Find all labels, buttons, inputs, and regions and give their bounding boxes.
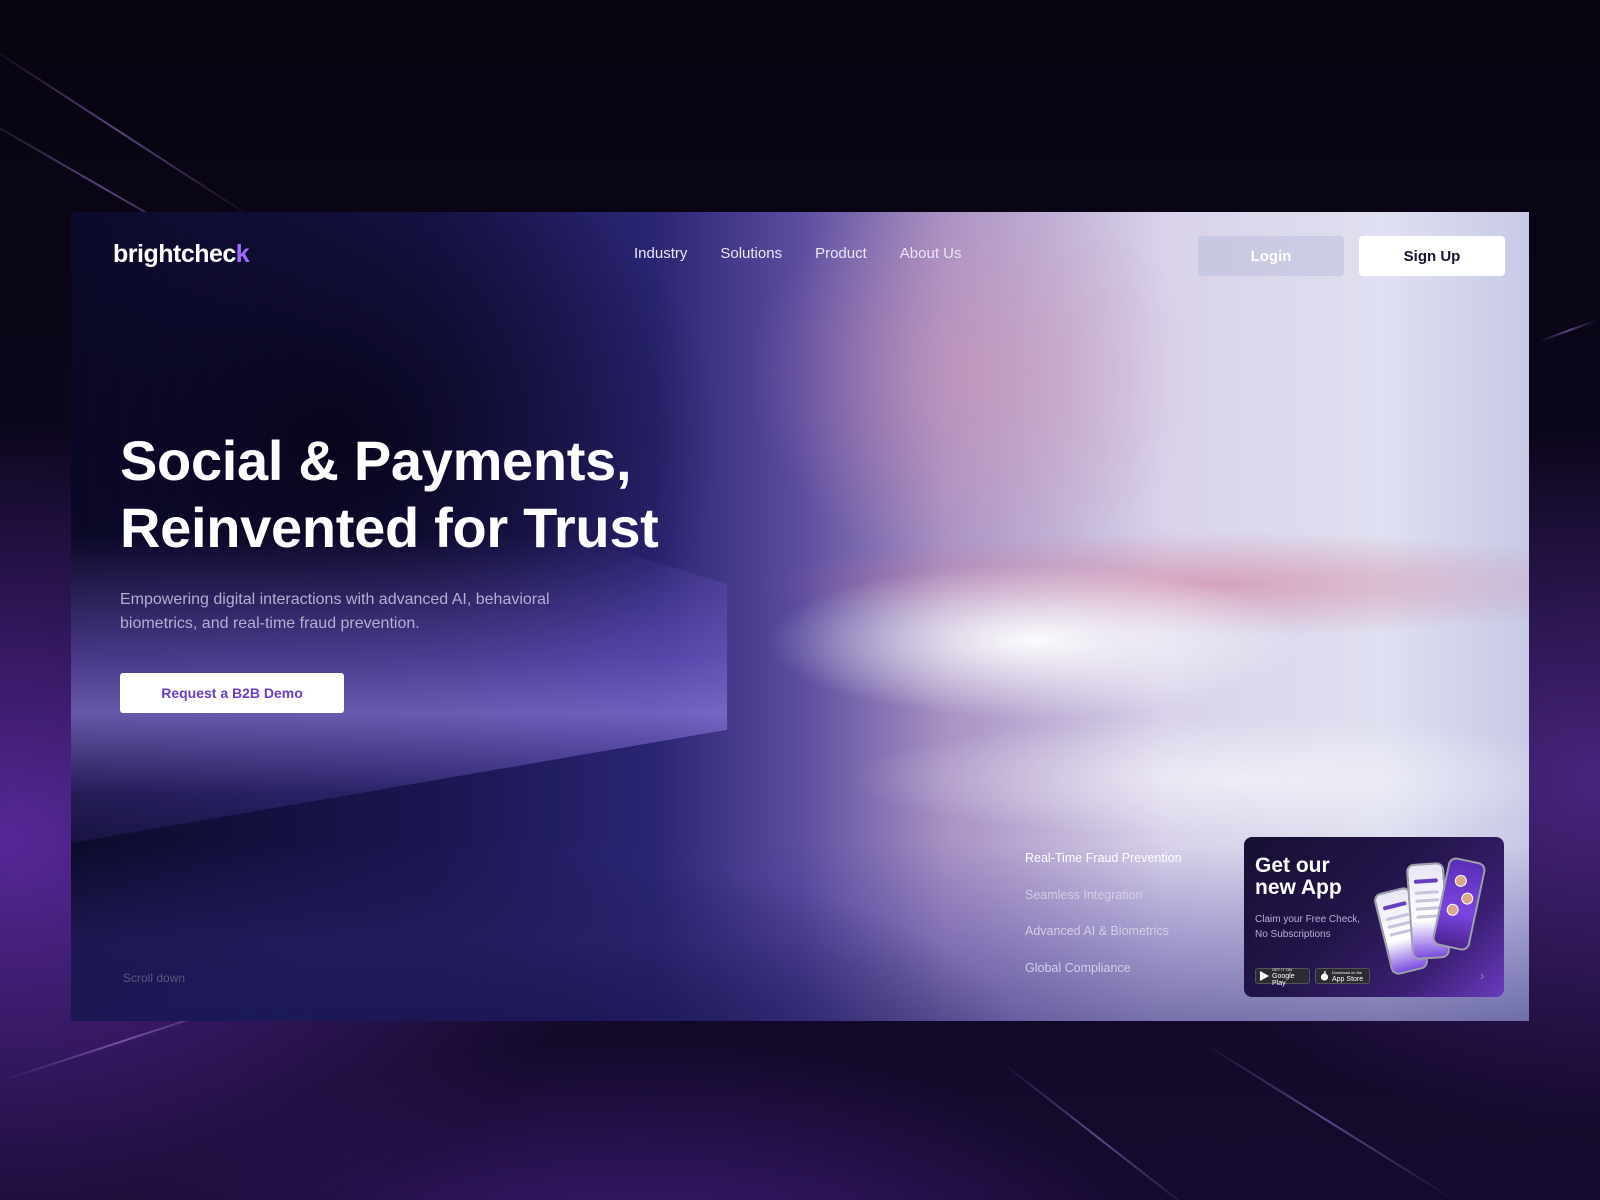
background-streak [0,40,258,222]
nav-item-solutions[interactable]: Solutions [720,245,782,262]
google-play-icon [1260,971,1269,981]
hero-title-line2: Reinvented for Trust [120,496,659,559]
background-streak [1199,1040,1455,1200]
feature-item-integration[interactable]: Seamless Integration [1025,888,1182,925]
nav-item-industry[interactable]: Industry [634,245,687,262]
avatar [1460,891,1475,906]
nav-item-product[interactable]: Product [815,245,867,262]
hero-card: brightcheck Industry Solutions Product A… [71,212,1529,1021]
feature-item-ai-biometrics[interactable]: Advanced AI & Biometrics [1025,924,1182,961]
login-button[interactable]: Login [1198,236,1344,276]
app-promo-title-line2: new App [1255,876,1342,899]
app-promo-card[interactable]: Get our new App Claim your Free Check, N… [1244,837,1504,997]
app-promo-title: Get our new App [1255,855,1375,899]
google-play-badge[interactable]: GET IT ON Google Play [1255,966,1310,987]
background-streak [999,1060,1198,1200]
app-promo-subtitle: Claim your Free Check, No Subscriptions [1255,914,1361,940]
scroll-down-hint[interactable]: Scroll down [123,971,185,985]
logo-text: brightchec [113,240,236,268]
app-store-badge[interactable]: Download on the App Store [1315,968,1370,984]
logo-accent: k [235,240,250,268]
hero-title: Social & Payments, Reinvented for Trust [120,427,740,561]
avatar [1445,902,1460,917]
feature-item-compliance[interactable]: Global Compliance [1025,961,1182,998]
google-play-label: Google Play [1272,972,1295,987]
hero-title-line1: Social & Payments, [120,429,632,492]
app-store-label: App Store [1332,976,1364,983]
chevron-right-icon[interactable]: › [1480,968,1484,983]
hero-subtitle: Empowering digital interactions with adv… [120,591,550,632]
app-store-small-text: Download on the [1332,970,1363,975]
feature-item-fraud-prevention[interactable]: Real-Time Fraud Prevention [1025,851,1182,888]
brand-logo[interactable]: brightcheck [113,240,250,269]
app-promo-title-line1: Get our [1255,854,1330,877]
feature-list: Real-Time Fraud Prevention Seamless Inte… [1025,851,1182,997]
main-nav: Industry Solutions Product About Us [634,245,961,262]
nav-item-about-us[interactable]: About Us [900,245,962,262]
apple-icon [1320,971,1329,981]
signup-button[interactable]: Sign Up [1359,236,1505,276]
google-play-small-text: GET IT ON [1272,966,1292,972]
background-streak [1539,319,1597,342]
request-demo-button[interactable]: Request a B2B Demo [120,673,344,713]
avatar [1453,873,1468,888]
